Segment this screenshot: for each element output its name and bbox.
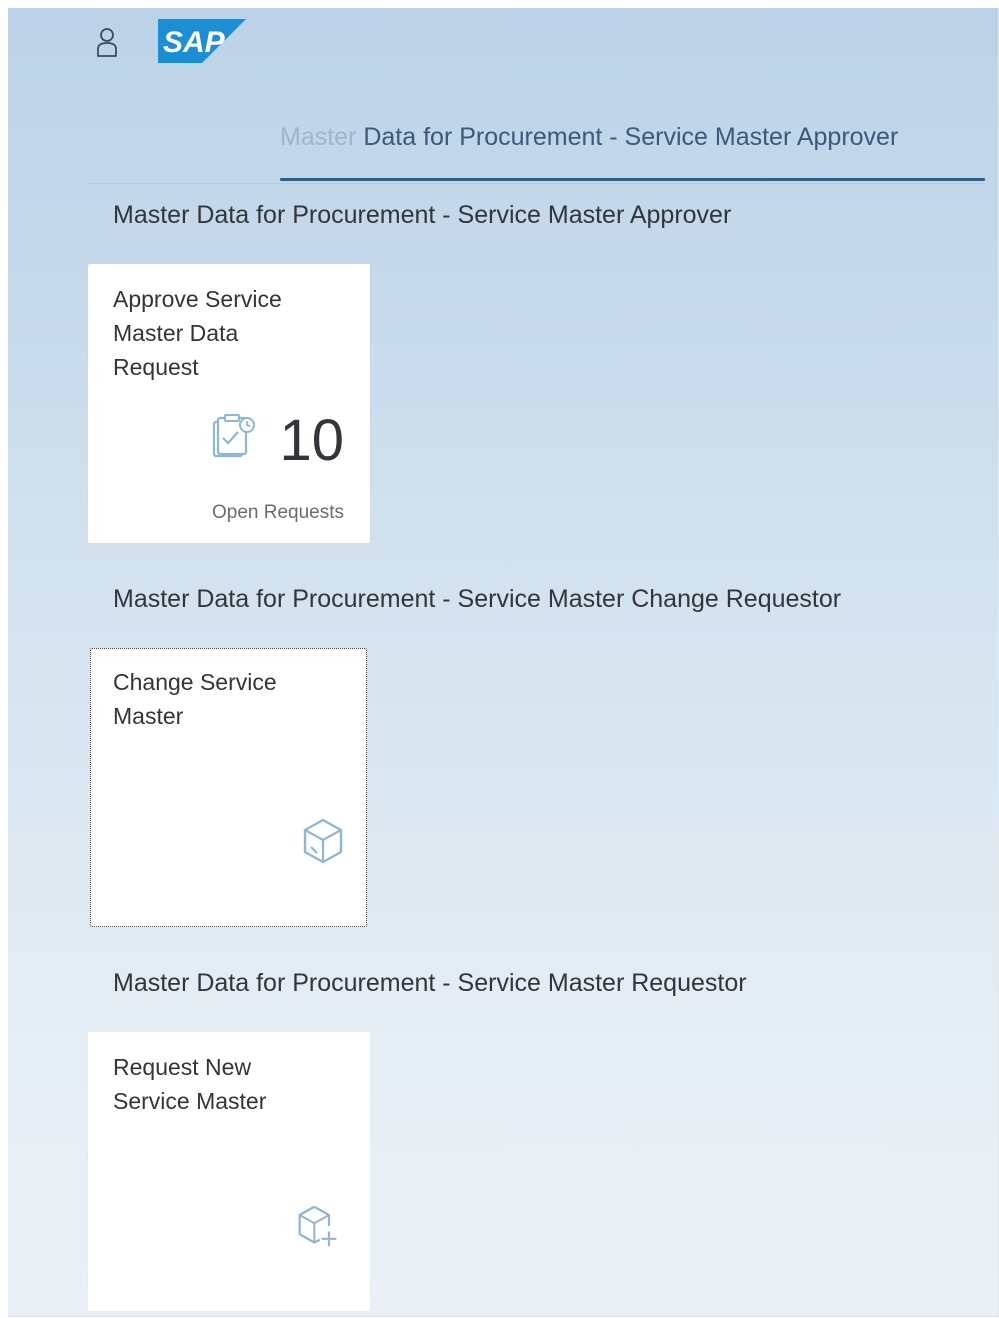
anchor-selected-indicator xyxy=(280,178,985,181)
tile-request-new-service-master[interactable]: Request New Service Master xyxy=(88,1032,370,1311)
person-icon[interactable] xyxy=(96,26,118,60)
sap-logo-text: SAP xyxy=(163,26,226,59)
group-title-approver: Master Data for Procurement - Service Ma… xyxy=(113,201,732,229)
approval-request-icon xyxy=(212,414,255,458)
tile-title: Request New Service Master xyxy=(113,1054,267,1114)
anchor-bar-item-approver[interactable]: Master Data for Procurement - Service Ma… xyxy=(280,123,898,152)
kpi-value: 10 xyxy=(279,408,344,473)
tile-title: Approve Service Master Data Request xyxy=(113,286,282,380)
tile-approve-service-master-data-request[interactable]: Approve Service Master Data Request 10 O… xyxy=(88,264,370,543)
product-box-add-icon xyxy=(298,1205,337,1247)
sap-logo[interactable]: SAP xyxy=(158,19,246,63)
tile-change-service-master[interactable]: Change Service Master xyxy=(90,648,367,927)
anchor-bar-label: Data for Procurement - Service Master Ap… xyxy=(356,123,899,151)
kpi-unit: Open Requests xyxy=(211,502,344,523)
group-title-requestor: Master Data for Procurement - Service Ma… xyxy=(113,969,747,997)
anchor-bar-divider xyxy=(88,183,986,184)
launchpad-shell: SAP Master Data for Procurement - Servic… xyxy=(8,8,999,1317)
anchor-bar-label-prefix: Master xyxy=(280,123,357,151)
tile-title: Change Service Master xyxy=(113,669,277,729)
product-box-icon xyxy=(303,818,343,864)
group-title-change-requestor: Master Data for Procurement - Service Ma… xyxy=(113,585,842,613)
